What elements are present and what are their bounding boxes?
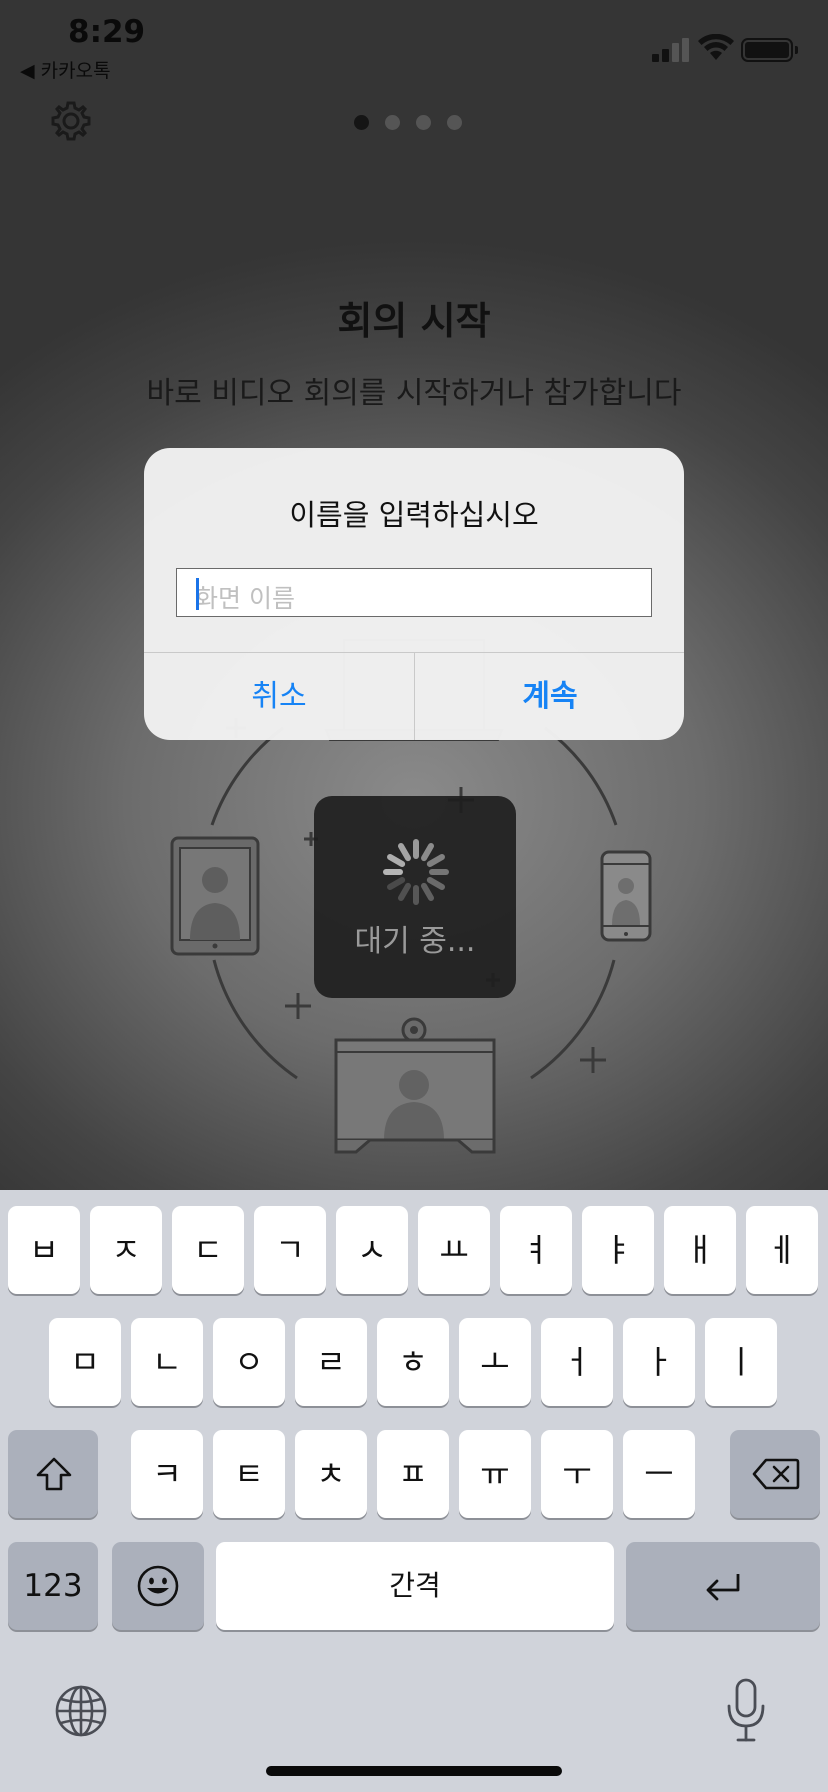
key[interactable]: ㅓ [541,1318,613,1406]
key[interactable]: ㄷ [172,1206,244,1294]
korean-keyboard: ㅂ ㅈ ㄷ ㄱ ㅅ ㅛ ㅕ ㅑ ㅐ ㅔ ㅁ ㄴ ㅇ ㄹ ㅎ ㅗ ㅓ ㅏ ㅣ ㅋ … [0,1190,828,1792]
app-screen: 8:29 ◀ 카카오톡 회의 시작 바로 비디오 회의를 시작하거나 참가합니다 [0,0,828,1190]
tablet-icon [170,836,260,956]
screen-name-input[interactable]: 화면 이름 [176,568,652,617]
spinner-icon [383,839,449,905]
return-key[interactable] [626,1542,820,1630]
screen-name-placeholder: 화면 이름 [195,584,295,613]
room-system-icon [334,1017,496,1154]
delete-icon [752,1458,800,1490]
emoji-icon [137,1565,179,1607]
key[interactable]: ㅎ [377,1318,449,1406]
key[interactable]: ㄴ [131,1318,203,1406]
key[interactable]: ㅁ [49,1318,121,1406]
shift-key[interactable] [8,1430,98,1518]
key[interactable]: ㅅ [336,1206,408,1294]
text-caret [196,578,199,610]
key[interactable]: ㅛ [418,1206,490,1294]
space-key[interactable]: 간격 [216,1542,614,1630]
key[interactable]: ㅑ [582,1206,654,1294]
globe-icon[interactable] [54,1684,108,1738]
shift-icon [36,1457,72,1491]
key[interactable]: ㅂ [8,1206,80,1294]
key[interactable]: ㅡ [623,1430,695,1518]
numbers-key[interactable]: 123 [8,1542,98,1630]
key[interactable]: ㄹ [295,1318,367,1406]
delete-key[interactable] [730,1430,820,1518]
key[interactable]: ㅋ [131,1430,203,1518]
key[interactable]: ㅕ [500,1206,572,1294]
name-entry-dialog: 이름을 입력하십시오 화면 이름 취소 계속 [144,448,684,740]
key[interactable]: ㅗ [459,1318,531,1406]
key[interactable]: ㅇ [213,1318,285,1406]
key[interactable]: ㅣ [705,1318,777,1406]
dialog-title: 이름을 입력하십시오 [289,498,539,532]
key[interactable]: ㅊ [295,1430,367,1518]
loading-text: 대기 중... [354,924,476,959]
return-icon [706,1574,740,1601]
key[interactable]: ㅜ [541,1430,613,1518]
key[interactable]: ㅐ [664,1206,736,1294]
loading-hud: 대기 중... [314,796,516,998]
phone-icon [600,850,652,942]
key[interactable]: ㅠ [459,1430,531,1518]
continue-button[interactable]: 계속 [415,653,684,740]
emoji-key[interactable] [112,1542,204,1630]
key[interactable]: ㅌ [213,1430,285,1518]
key[interactable]: ㅍ [377,1430,449,1518]
home-indicator [266,1766,562,1776]
key[interactable]: ㅈ [90,1206,162,1294]
key[interactable]: ㅏ [623,1318,695,1406]
mic-icon[interactable] [726,1678,766,1744]
key[interactable]: ㅔ [746,1206,818,1294]
key[interactable]: ㄱ [254,1206,326,1294]
cancel-button[interactable]: 취소 [144,653,414,740]
